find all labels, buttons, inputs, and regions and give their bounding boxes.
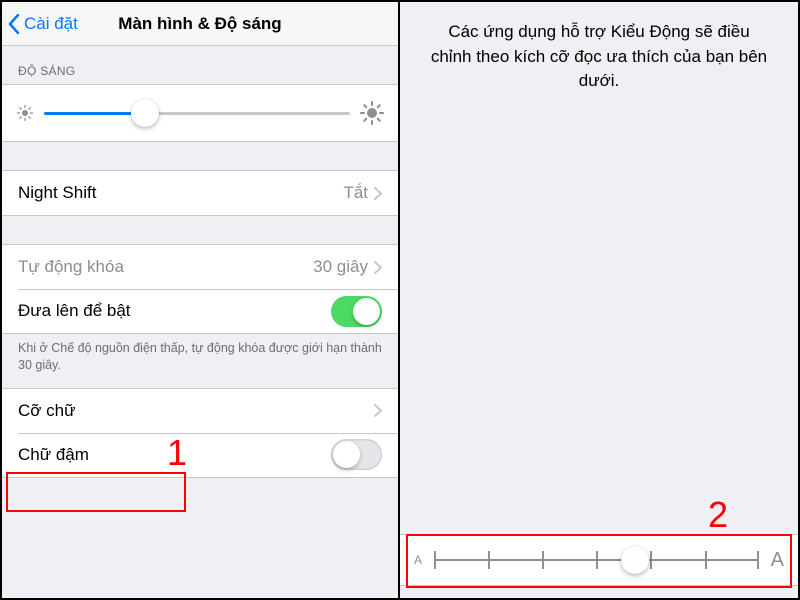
chevron-left-icon — [8, 14, 20, 34]
chevron-right-icon — [374, 404, 382, 417]
row-value: Tắt — [343, 183, 368, 203]
pane-text-size: Các ứng dụng hỗ trợ Kiểu Động sẽ điều ch… — [400, 2, 798, 598]
row-raise-to-wake: Đưa lên để bật — [2, 289, 398, 333]
row-night-shift[interactable]: Night Shift Tắt — [2, 171, 398, 215]
letter-a-small-icon: A — [414, 553, 422, 567]
annotation-box-1 — [6, 472, 186, 512]
row-label: Cỡ chữ — [18, 401, 75, 421]
row-text-size[interactable]: Cỡ chữ — [2, 389, 398, 433]
back-label: Cài đặt — [24, 14, 78, 34]
section-header-brightness: ĐỘ SÁNG — [2, 46, 398, 84]
chevron-right-icon — [374, 261, 382, 274]
group-night-shift: Night Shift Tắt — [2, 170, 398, 216]
brightness-slider-fill — [44, 112, 145, 115]
dynamic-type-description: Các ứng dụng hỗ trợ Kiểu Động sẽ điều ch… — [400, 2, 798, 112]
back-button[interactable]: Cài đặt — [2, 14, 78, 34]
row-bold-text: Chữ đậm — [2, 433, 398, 477]
nav-bar: Cài đặt Màn hình & Độ sáng — [2, 2, 398, 46]
footer-note-auto-lock: Khi ở Chế độ nguồn điện thấp, tự động kh… — [2, 334, 398, 388]
row-label: Chữ đậm — [18, 445, 89, 465]
row-auto-lock[interactable]: Tự động khóa 30 giây — [2, 245, 398, 289]
toggle-raise-to-wake[interactable] — [331, 296, 382, 327]
text-size-slider-thumb[interactable] — [621, 546, 649, 574]
text-size-slider[interactable] — [434, 548, 759, 572]
row-value: 30 giây — [313, 257, 368, 277]
row-label: Night Shift — [18, 183, 96, 203]
letter-a-large-icon: A — [771, 549, 784, 572]
group-text: Cỡ chữ Chữ đậm — [2, 388, 398, 478]
toggle-bold-text[interactable] — [331, 439, 382, 470]
text-size-slider-row: A A — [400, 534, 798, 586]
brightness-slider[interactable] — [44, 112, 350, 115]
group-general: Tự động khóa 30 giây Đưa lên để bật — [2, 244, 398, 334]
brightness-slider-thumb[interactable] — [131, 99, 159, 127]
row-label: Tự động khóa — [18, 257, 124, 277]
chevron-right-icon — [374, 187, 382, 200]
pane-display-settings: Cài đặt Màn hình & Độ sáng ĐỘ SÁNG — [2, 2, 400, 598]
annotation-number-2: 2 — [708, 494, 728, 536]
row-label: Đưa lên để bật — [18, 301, 131, 321]
brightness-slider-row — [2, 84, 398, 142]
sun-large-icon — [360, 101, 384, 125]
tutorial-frame: Cài đặt Màn hình & Độ sáng ĐỘ SÁNG — [0, 0, 800, 600]
sun-small-icon — [16, 104, 34, 122]
